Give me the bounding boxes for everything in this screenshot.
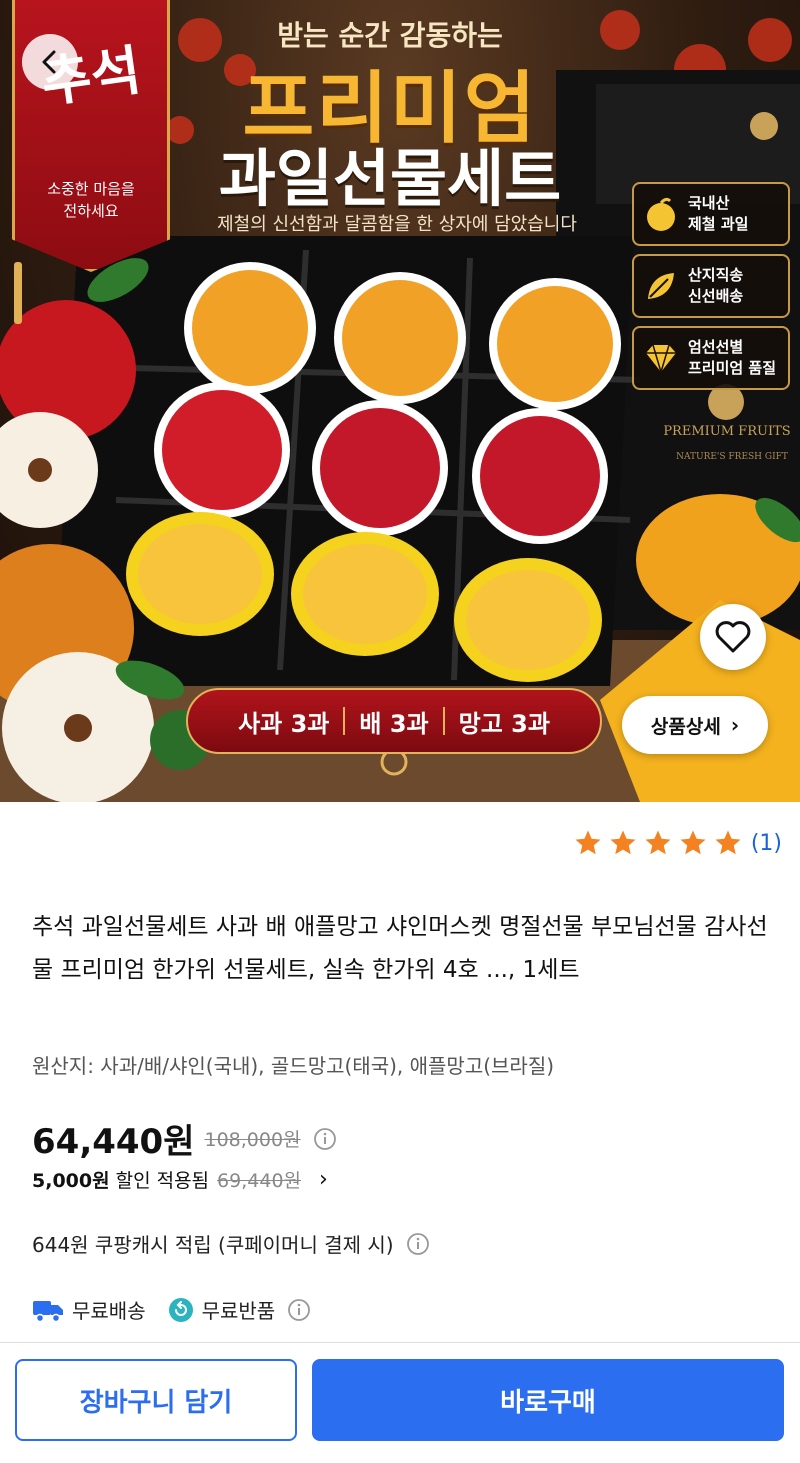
star-icon [715, 830, 741, 855]
rating[interactable]: (1) [568, 828, 782, 858]
current-price: 64,440원 [32, 1122, 195, 1162]
contents-apple: 사과 3과 [238, 709, 330, 738]
chevron-right-icon: › [319, 1167, 328, 1192]
purchase-bar: 장바구니 담기 바로구매 [0, 1342, 800, 1463]
discount-row[interactable]: 5,000원 할인 적용됨 69,440원 › [32, 1166, 328, 1193]
giftbox-brand: PREMIUM FRUITS [663, 424, 791, 439]
star-icon [645, 830, 671, 855]
buy-now-button[interactable]: 바로구매 [312, 1359, 784, 1441]
tassel-decoration [14, 262, 22, 324]
contents-mango: 망고 3과 [458, 709, 550, 738]
banner-subtitle: 소중한 마음을 전하세요 [47, 180, 135, 220]
cashback-row: 644원 쿠팡캐시 적립 (쿠페이머니 결제 시) [32, 1229, 430, 1258]
badge-domestic: 국내산 제철 과일 [632, 182, 790, 246]
hero-title-line2: 과일선물세트 [218, 142, 562, 215]
review-count[interactable]: (1) [751, 831, 782, 856]
heart-icon [715, 621, 751, 653]
product-detail-label: 상품상세 [650, 715, 721, 738]
apple-icon [647, 197, 675, 231]
badge-direct-text: 산지직송 신선배송 [688, 266, 744, 305]
leaf-icon [648, 273, 674, 299]
back-button[interactable] [22, 34, 78, 90]
truck-icon [33, 1300, 63, 1322]
badge-direct: 산지직송 신선배송 [632, 254, 790, 318]
product-detail-button[interactable]: 상품상세 › [622, 696, 768, 754]
discount-amount: 5,000원 [32, 1170, 110, 1192]
shipping-row: 무료배송 무료반품 [32, 1295, 311, 1324]
wishlist-button[interactable] [700, 604, 766, 670]
info-icon[interactable] [287, 1298, 311, 1322]
diamond-icon [646, 344, 676, 375]
free-return-label: 무료반품 [201, 1299, 276, 1323]
product-title: 추석 과일선물세트 사과 배 애플망고 샤인머스켓 명절선물 부모님선물 감사선… [32, 914, 768, 983]
badge-premium-text: 엄선선별 프리미엄 품질 [688, 338, 777, 377]
info-icon[interactable] [406, 1232, 430, 1256]
chevron-left-icon [42, 50, 56, 74]
product-image[interactable]: 추석 소중한 마음을 전하세요 받는 순간 감동하는 프리미엄 과일선물세트 제… [0, 0, 800, 802]
original-price: 108,000원 [204, 1129, 301, 1151]
star-icon [610, 830, 636, 855]
badge-domestic-text: 국내산 제철 과일 [688, 194, 749, 233]
info-icon[interactable] [313, 1127, 337, 1151]
pre-discount-price: 69,440원 [217, 1170, 302, 1192]
feature-badges: 국내산 제철 과일 산지직송 신선배송 엄선선별 프리미엄 품질 [632, 182, 790, 398]
add-to-cart-button[interactable]: 장바구니 담기 [15, 1359, 297, 1441]
hero-tagline: 제철의 신선함과 달콤함을 한 상자에 담았습니다 [217, 214, 577, 235]
giftbox-subtitle: NATURE'S FRESH GIFT [676, 452, 788, 462]
star-icon [575, 830, 601, 855]
product-origin: 원산지: 사과/배/샤인(국내), 골드망고(태국), 애플망고(브라질) [32, 1054, 555, 1078]
contents-pear: 배 3과 [359, 709, 429, 738]
free-delivery-label: 무료배송 [72, 1299, 146, 1323]
star-icon [680, 830, 706, 855]
price-row: 64,440원 108,000원 [32, 1114, 337, 1163]
badge-premium: 엄선선별 프리미엄 품질 [632, 326, 790, 390]
return-icon [168, 1297, 193, 1322]
cashback-text: 644원 쿠팡캐시 적립 (쿠페이머니 결제 시) [32, 1233, 394, 1257]
box-contents-bar: 사과 3과 배 3과 망고 3과 [186, 688, 602, 754]
chevron-right-icon: › [730, 713, 740, 737]
discount-label: 할인 적용됨 [115, 1170, 210, 1192]
